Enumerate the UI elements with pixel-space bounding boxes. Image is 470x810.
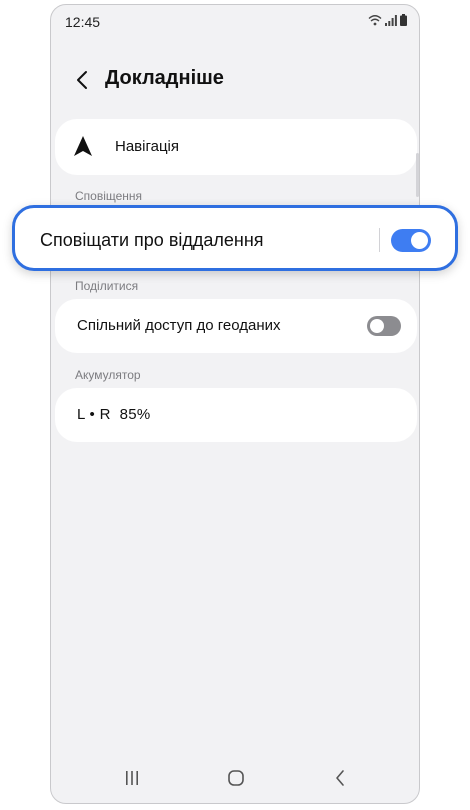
recent-apps-button[interactable] — [117, 767, 147, 789]
system-navigation-bar — [51, 753, 419, 803]
geodata-sharing-label: Спільний доступ до геоданих — [77, 317, 281, 334]
page-header: Докладніше — [51, 61, 419, 101]
divider — [379, 228, 380, 252]
navigation-arrow-icon — [74, 136, 92, 156]
signal-icon — [385, 15, 397, 26]
battery-section-header: Акумулятор — [75, 368, 141, 382]
recent-apps-icon — [126, 771, 138, 785]
geodata-sharing-item[interactable]: Спільний доступ до геоданих — [55, 299, 417, 353]
status-icons — [368, 14, 407, 26]
back-nav-icon — [336, 770, 344, 786]
battery-item: L • R 85% — [55, 388, 417, 442]
page-title: Докладніше — [105, 67, 224, 89]
toggle-knob — [370, 319, 384, 333]
geodata-sharing-toggle[interactable] — [367, 316, 401, 336]
home-icon — [228, 770, 244, 786]
back-icon — [77, 71, 87, 89]
distance-alert-toggle[interactable] — [391, 229, 431, 252]
battery-level: L • R 85% — [77, 406, 151, 423]
scrollbar[interactable] — [416, 153, 419, 197]
status-bar: 12:45 — [51, 5, 419, 39]
distance-alert-label: Сповіщати про віддалення — [40, 230, 264, 250]
home-button[interactable] — [221, 767, 251, 789]
phone-screen: 12:45 Докладніше Навігація Сповіщення По… — [50, 4, 420, 804]
notifications-section-header: Сповіщення — [75, 189, 143, 203]
distance-alert-item[interactable]: Сповіщати про віддалення — [12, 205, 458, 271]
toggle-knob — [411, 232, 428, 249]
navigation-label: Навігація — [115, 138, 180, 155]
back-button[interactable] — [69, 65, 95, 95]
status-time: 12:45 — [65, 14, 101, 30]
system-back-button[interactable] — [325, 767, 355, 789]
share-section-header: Поділитися — [75, 279, 139, 293]
navigation-item[interactable]: Навігація — [55, 119, 417, 175]
wifi-icon — [368, 15, 382, 26]
battery-icon — [400, 14, 407, 26]
